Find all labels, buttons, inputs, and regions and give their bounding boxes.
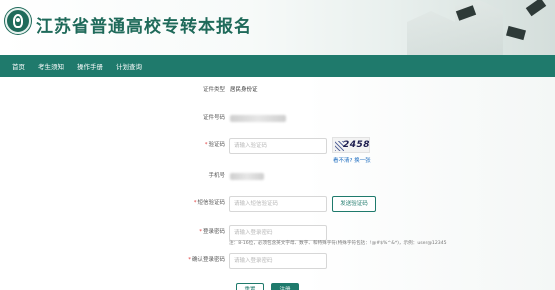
phone-row: 手机号 (0, 169, 555, 183)
captcha-refresh-link[interactable]: 看不清? 换一张 (333, 156, 371, 164)
site-header: 江苏省普通高校专转本报名 (0, 0, 555, 55)
captcha-label: *验证码 (204, 142, 225, 148)
send-sms-code-button[interactable]: 发送验证码 (332, 196, 376, 212)
graduation-cap-icon (525, 0, 547, 17)
graduation-cap-icon (506, 25, 526, 41)
id-number-row: 证件号码 (0, 111, 555, 125)
sms-code-input[interactable] (229, 196, 327, 212)
id-number-masked (230, 115, 286, 122)
id-number-label: 证件号码 (202, 115, 225, 121)
nav-item-candidate-notice[interactable]: 考生须知 (38, 61, 64, 71)
password-input[interactable] (229, 225, 327, 241)
site-title: 江苏省普通高校专转本报名 (36, 17, 252, 37)
captcha-row: *验证码 (0, 138, 555, 154)
captcha-image-text: 2458 (343, 140, 370, 150)
captcha-input[interactable] (229, 138, 327, 154)
main-nav: 首页 考生须知 操作手册 计划查询 (0, 55, 555, 77)
reset-button[interactable]: 重置 (236, 283, 264, 290)
confirm-password-input[interactable] (229, 253, 327, 269)
password-row: *登录密码 (0, 225, 555, 241)
building-decoration (407, 0, 503, 55)
nav-item-manual[interactable]: 操作手册 (77, 61, 103, 71)
confirm-password-label: *确认登录密码 (188, 257, 225, 263)
captcha-image[interactable]: 2458 (332, 137, 370, 153)
sms-code-row: *短信验证码 (0, 196, 555, 212)
password-label: *登录密码 (199, 229, 225, 235)
id-type-row: 证件类型 居民身份证 (0, 83, 555, 97)
nav-item-home[interactable]: 首页 (12, 61, 25, 71)
sms-code-label: *短信验证码 (193, 200, 225, 206)
confirm-password-row: *确认登录密码 (0, 253, 555, 269)
register-button[interactable]: 注册 (271, 283, 299, 290)
nav-item-plan-query[interactable]: 计划查询 (116, 61, 142, 71)
password-hint: 注：8-16位，必须包含英文字母、数字、和特殊字符(特殊字符包括：!@#$%^&… (229, 241, 447, 246)
id-type-label: 证件类型 (202, 87, 225, 93)
id-type-value: 居民身份证 (230, 87, 258, 93)
phone-masked (230, 173, 264, 180)
logo-icon (5, 8, 31, 34)
phone-label: 手机号 (208, 173, 225, 179)
